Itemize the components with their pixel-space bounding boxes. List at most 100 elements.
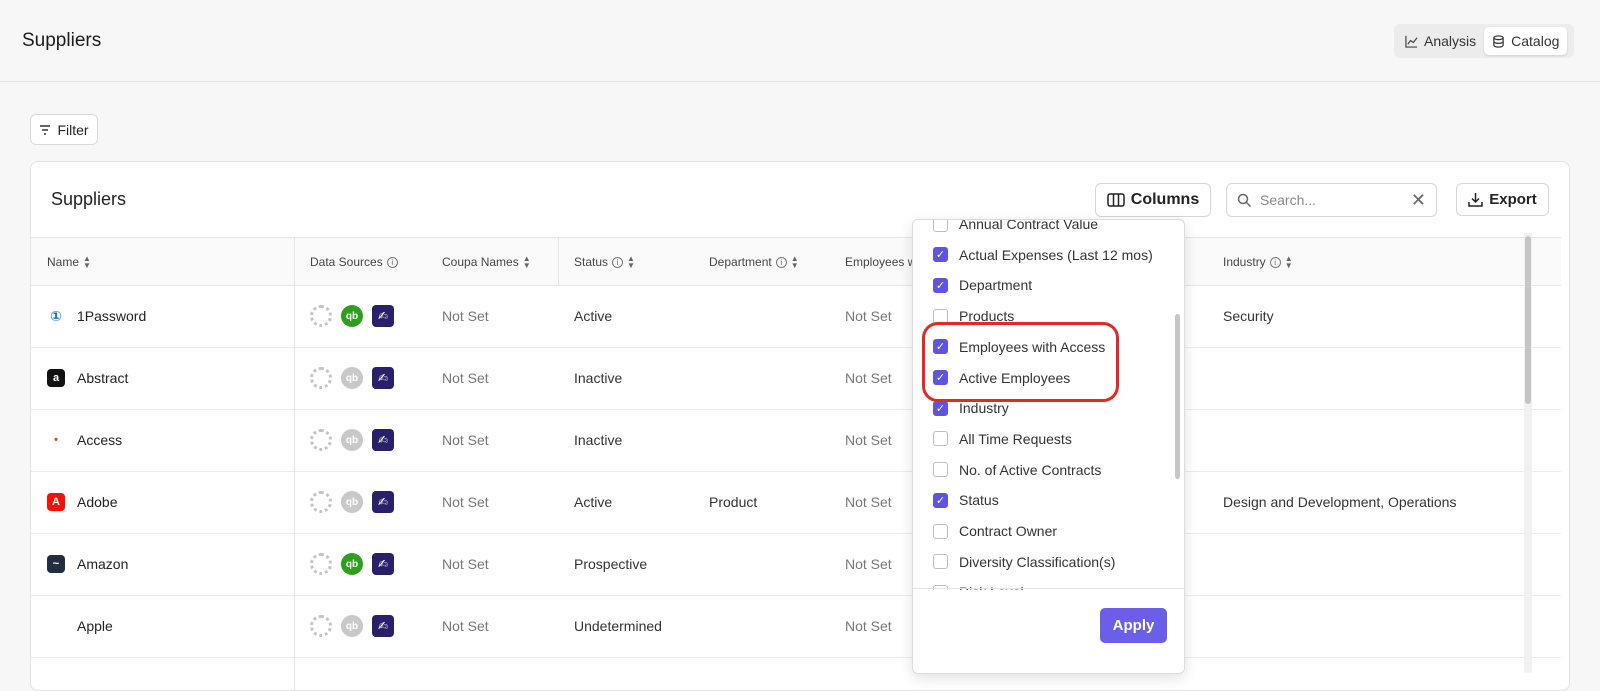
status-cell: Active	[574, 494, 613, 510]
column-option[interactable]: ✓ Department	[933, 275, 1032, 295]
supplier-name[interactable]: Apple	[77, 618, 113, 634]
department-cell: Product	[709, 494, 758, 510]
table-row[interactable]: ① 1Password qb ✍ Not Set Active Not Set …	[31, 286, 1561, 348]
info-icon[interactable]: i	[775, 256, 787, 268]
coupa-name-cell: Not Set	[442, 618, 489, 634]
columns-icon	[1107, 193, 1125, 207]
coupa-icon	[310, 429, 332, 451]
coupa-icon	[310, 615, 332, 637]
checkbox[interactable]	[933, 523, 948, 539]
search-icon	[1237, 193, 1252, 207]
coupa-name-cell: Not Set	[442, 308, 489, 324]
access-icon: •	[47, 431, 65, 449]
column-divider	[294, 237, 295, 690]
supplier-name[interactable]: Adobe	[77, 494, 117, 510]
checkbox[interactable]	[933, 220, 948, 232]
analysis-label: Analysis	[1424, 33, 1477, 49]
signature-icon: ✍	[372, 553, 394, 575]
columns-button[interactable]: Columns	[1095, 183, 1211, 217]
header-department[interactable]: Department i ▲ ▼	[709, 255, 799, 270]
checkbox[interactable]: ✓	[933, 492, 948, 508]
info-icon[interactable]: i	[612, 256, 624, 268]
sort-icon: ▲ ▼	[1284, 254, 1293, 270]
column-option-label: Industry	[959, 400, 1009, 417]
column-option[interactable]: All Time Requests	[933, 429, 1072, 449]
column-option-label: All Time Requests	[959, 430, 1072, 447]
signature-icon: ✍	[372, 615, 394, 637]
analysis-tab[interactable]: Analysis	[1397, 27, 1484, 55]
status-cell: Prospective	[574, 556, 648, 572]
checkbox[interactable]	[933, 554, 948, 570]
info-icon[interactable]: i	[1269, 256, 1281, 268]
1password-icon: ①	[47, 307, 65, 325]
column-option[interactable]: Contract Owner	[933, 521, 1057, 541]
data-sources: qb ✍	[310, 615, 394, 637]
header-name-label: Name	[47, 255, 80, 269]
column-option[interactable]: ✓ Status	[933, 490, 999, 510]
header-employees[interactable]: Employees w	[845, 255, 916, 269]
clear-search-icon[interactable]: ✕	[1411, 190, 1426, 211]
checkbox[interactable]	[933, 462, 948, 478]
catalog-tab[interactable]: Catalog	[1484, 27, 1568, 55]
employees-cell: Not Set	[845, 494, 892, 510]
adobe-icon: A	[47, 493, 65, 511]
coupa-name-cell: Not Set	[442, 556, 489, 572]
checkbox[interactable]: ✓	[933, 247, 948, 263]
filter-button[interactable]: Filter	[30, 114, 98, 145]
apple-icon	[47, 617, 65, 635]
supplier-name[interactable]: Amazon	[77, 556, 128, 572]
header-status[interactable]: Status i ▲ ▼	[574, 254, 635, 270]
checkbox[interactable]: ✓	[933, 277, 948, 293]
sort-icon: ▲ ▼	[627, 254, 635, 270]
column-option[interactable]: ✓ Actual Expenses (Last 12 mos)	[933, 245, 1153, 265]
column-option[interactable]: Diversity Classification(s)	[933, 552, 1115, 572]
quickbooks-icon: qb	[341, 615, 363, 637]
table-row[interactable]: Apple qb ✍ Not Set Undetermined Not Set	[31, 596, 1561, 658]
checkbox[interactable]: ✓	[933, 400, 948, 416]
supplier-name[interactable]: Abstract	[77, 370, 128, 386]
table-row[interactable]: A Adobe qb ✍ Not Set Active Product Not …	[31, 472, 1561, 534]
annotation-highlight	[922, 322, 1119, 402]
signature-icon: ✍	[372, 367, 394, 389]
column-option[interactable]: No. of Active Contracts	[933, 460, 1101, 480]
view-toggle: Analysis Catalog	[1394, 24, 1574, 58]
industry-cell: Security	[1223, 308, 1274, 324]
columns-menu-scrollbar[interactable]	[1175, 314, 1180, 479]
table-body: ① 1Password qb ✍ Not Set Active Not Set …	[31, 286, 1561, 658]
export-button[interactable]: Export	[1456, 183, 1549, 216]
status-cell: Undetermined	[574, 618, 662, 634]
apply-button[interactable]: Apply	[1100, 608, 1167, 643]
column-option-label: Status	[959, 492, 999, 509]
column-option-label: Actual Expenses (Last 12 mos)	[959, 246, 1153, 263]
search-input[interactable]	[1260, 192, 1400, 208]
data-sources: qb ✍	[310, 553, 394, 575]
column-option[interactable]: Annual Contract Value	[933, 220, 1098, 234]
employees-cell: Not Set	[845, 308, 892, 324]
supplier-name[interactable]: 1Password	[77, 308, 146, 324]
header-coupa-names[interactable]: Coupa Names ▲ ▼	[442, 255, 531, 270]
checkbox[interactable]	[933, 431, 948, 447]
data-sources: qb ✍	[310, 367, 394, 389]
table-row[interactable]: ~ Amazon qb ✍ Not Set Prospective Not Se…	[31, 534, 1561, 596]
table-row[interactable]: a Abstract qb ✍ Not Set Inactive Not Set	[31, 348, 1561, 410]
quickbooks-icon: qb	[341, 367, 363, 389]
coupa-icon	[310, 491, 332, 513]
header-industry-label: Industry	[1223, 255, 1266, 269]
columns-menu: Annual Contract Value ✓ Actual Expenses (L…	[912, 219, 1185, 674]
table-scrollbar-thumb[interactable]	[1525, 236, 1531, 404]
header-industry[interactable]: Industry i ▲ ▼	[1223, 254, 1293, 270]
quickbooks-icon: qb	[341, 553, 363, 575]
supplier-name[interactable]: Access	[77, 432, 122, 448]
header-status-label: Status	[574, 255, 609, 269]
filter-label: Filter	[57, 121, 89, 138]
coupa-name-cell: Not Set	[442, 370, 489, 386]
coupa-icon	[310, 367, 332, 389]
line-chart-icon	[1405, 35, 1418, 48]
header-name[interactable]: Name ▲ ▼	[47, 255, 91, 270]
data-sources: qb ✍	[310, 429, 394, 451]
header-data-sources[interactable]: Data Sources i	[310, 255, 398, 269]
table-row[interactable]: • Access qb ✍ Not Set Inactive Not Set	[31, 410, 1561, 472]
quickbooks-icon: qb	[341, 429, 363, 451]
info-icon[interactable]: i	[386, 256, 398, 268]
divider	[913, 588, 1184, 589]
